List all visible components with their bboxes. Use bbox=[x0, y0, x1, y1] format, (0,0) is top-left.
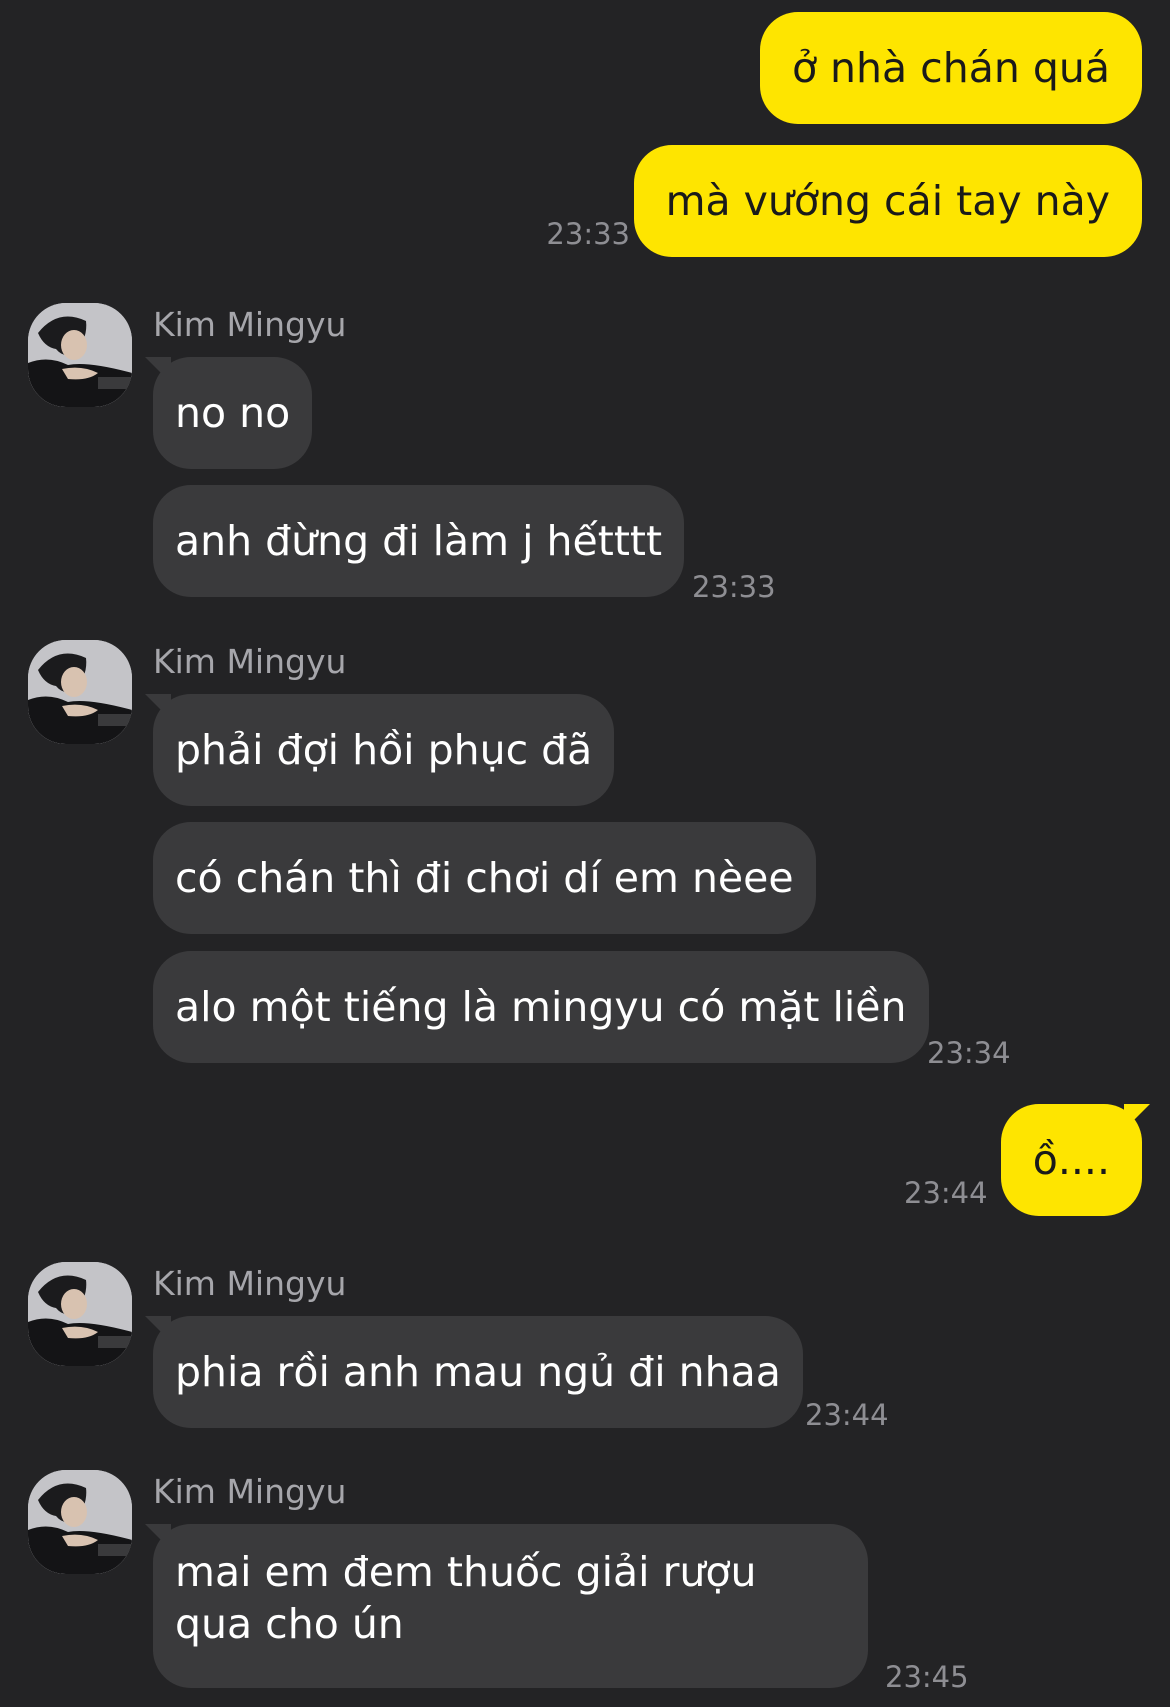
message-timestamp: 23:33 bbox=[546, 217, 630, 251]
profile-photo-icon bbox=[28, 303, 132, 407]
sender-name: Kim Mingyu bbox=[153, 1264, 347, 1303]
profile-photo-icon bbox=[28, 640, 132, 744]
message-timestamp: 23:44 bbox=[805, 1398, 889, 1432]
message-timestamp: 23:45 bbox=[885, 1660, 969, 1694]
message-timestamp: 23:34 bbox=[927, 1036, 1011, 1070]
message-bubble-incoming[interactable]: no no bbox=[153, 357, 313, 469]
message-bubble-incoming[interactable]: phia rồi anh mau ngủ đi nhaa bbox=[153, 1316, 803, 1428]
message-timestamp: 23:33 bbox=[692, 570, 776, 604]
message-bubble-incoming[interactable]: anh đừng đi làm j hếtttt bbox=[153, 485, 685, 597]
sender-name: Kim Mingyu bbox=[153, 305, 347, 344]
message-bubble-incoming[interactable]: có chán thì đi chơi dí em nèee bbox=[153, 822, 816, 934]
chat-thread: ở nhà chán quá mà vướng cái tay này 23:3… bbox=[0, 0, 1170, 1707]
message-timestamp: 23:44 bbox=[904, 1176, 988, 1210]
message-bubble-outgoing[interactable]: mà vướng cái tay này bbox=[633, 145, 1142, 257]
profile-photo-icon bbox=[28, 1262, 132, 1366]
avatar[interactable] bbox=[28, 303, 132, 407]
message-bubble-incoming[interactable]: mai em đem thuốc giải rượu qua cho ún bbox=[153, 1524, 868, 1688]
avatar[interactable] bbox=[28, 1470, 132, 1574]
message-bubble-outgoing[interactable]: ồ.... bbox=[1000, 1104, 1142, 1216]
message-bubble-outgoing[interactable]: ở nhà chán quá bbox=[759, 12, 1142, 124]
sender-name: Kim Mingyu bbox=[153, 1472, 347, 1511]
avatar[interactable] bbox=[28, 640, 132, 744]
message-bubble-incoming[interactable]: alo một tiếng là mingyu có mặt liền bbox=[153, 951, 929, 1063]
profile-photo-icon bbox=[28, 1470, 132, 1574]
message-bubble-incoming[interactable]: phải đợi hồi phục đã bbox=[153, 694, 615, 806]
avatar[interactable] bbox=[28, 1262, 132, 1366]
sender-name: Kim Mingyu bbox=[153, 642, 347, 681]
